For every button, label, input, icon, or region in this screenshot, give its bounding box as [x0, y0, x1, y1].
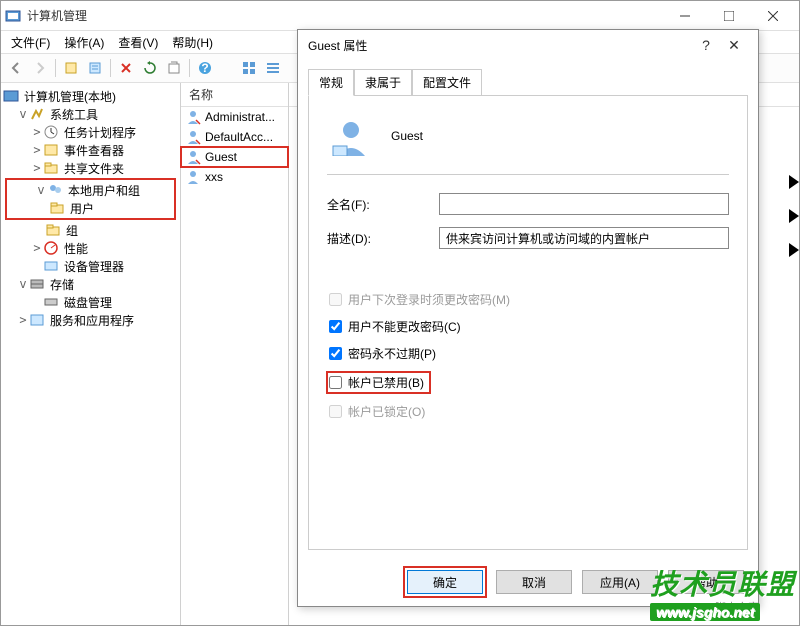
tree-task-scheduler[interactable]: >任务计划程序	[3, 123, 178, 141]
export-button[interactable]	[163, 57, 185, 79]
dialog-tabs: 常规 隶属于 配置文件	[298, 60, 758, 95]
menu-file[interactable]: 文件(F)	[5, 32, 56, 53]
window-title: 计算机管理	[27, 7, 663, 24]
view-icons-button[interactable]	[238, 57, 260, 79]
description-field[interactable]	[439, 227, 729, 249]
tree-storage[interactable]: v存储	[3, 275, 178, 293]
tree-services-apps[interactable]: >服务和应用程序	[3, 311, 178, 329]
tree-event-viewer[interactable]: >事件查看器	[3, 141, 178, 159]
tab-profile[interactable]: 配置文件	[412, 69, 482, 96]
tree-local-users-groups[interactable]: v本地用户和组	[7, 181, 174, 199]
maximize-button[interactable]	[707, 2, 751, 30]
tree-performance[interactable]: >性能	[3, 239, 178, 257]
tree-users[interactable]: 用户	[7, 199, 174, 217]
new-item-button[interactable]	[60, 57, 82, 79]
tab-member-of[interactable]: 隶属于	[354, 69, 412, 96]
tab-general[interactable]: 常规	[308, 69, 354, 96]
menu-help[interactable]: 帮助(H)	[166, 32, 219, 53]
view-list-button[interactable]	[262, 57, 284, 79]
forward-button[interactable]	[29, 57, 51, 79]
refresh-button[interactable]	[139, 57, 161, 79]
tree-shared-folders[interactable]: >共享文件夹	[3, 159, 178, 177]
fullname-label: 全名(F):	[327, 196, 439, 213]
user-icon	[331, 116, 371, 156]
fullname-field[interactable]	[439, 193, 729, 215]
list-item[interactable]: xxs	[181, 167, 288, 187]
list-item[interactable]: Administrat...	[181, 107, 288, 127]
arrow-icon	[789, 243, 799, 257]
watermark: 技术员联盟 www.jsgho.net	[650, 563, 795, 621]
tree-system-tools[interactable]: v系统工具	[3, 105, 178, 123]
delete-button[interactable]	[115, 57, 137, 79]
checkbox-account-disabled[interactable]: 帐户已禁用(B)	[327, 372, 430, 393]
properties-button[interactable]	[84, 57, 106, 79]
svg-text:?: ?	[201, 61, 208, 75]
username-label: Guest	[391, 129, 423, 143]
tree-root[interactable]: 计算机管理(本地)	[3, 87, 178, 105]
list-header-name[interactable]: 名称	[181, 83, 288, 107]
checkbox-change-password-next-logon: 用户下次登录时须更改密码(M)	[327, 291, 729, 308]
arrow-icon	[789, 209, 799, 223]
tree-device-manager[interactable]: 设备管理器	[3, 257, 178, 275]
tree-groups[interactable]: 组	[3, 221, 178, 239]
titlebar: 计算机管理	[1, 1, 799, 31]
checkbox-cannot-change-password[interactable]: 用户不能更改密码(C)	[327, 318, 729, 335]
dialog-help-icon[interactable]: ?	[692, 37, 720, 53]
apply-button[interactable]: 应用(A)	[582, 570, 658, 594]
checkbox-account-locked: 帐户已锁定(O)	[327, 403, 729, 420]
minimize-button[interactable]	[663, 2, 707, 30]
cancel-button[interactable]: 取消	[496, 570, 572, 594]
close-button[interactable]	[751, 2, 795, 30]
properties-dialog: Guest 属性 ? ✕ 常规 隶属于 配置文件 Guest 全名(F): 描述…	[297, 29, 759, 607]
list-pane: 名称 Administrat... DefaultAcc... Guest xx…	[181, 83, 289, 625]
ok-button[interactable]: 确定	[407, 570, 483, 594]
back-button[interactable]	[5, 57, 27, 79]
help-icon[interactable]: ?	[194, 57, 216, 79]
arrow-icon	[789, 175, 799, 189]
list-item[interactable]: DefaultAcc...	[181, 127, 288, 147]
dialog-body: Guest 全名(F): 描述(D): 用户下次登录时须更改密码(M) 用户不能…	[308, 95, 748, 550]
description-label: 描述(D):	[327, 230, 439, 247]
menu-view[interactable]: 查看(V)	[112, 32, 164, 53]
dialog-titlebar: Guest 属性 ? ✕	[298, 30, 758, 60]
dialog-close-icon[interactable]: ✕	[720, 37, 748, 54]
tree-disk-management[interactable]: 磁盘管理	[3, 293, 178, 311]
app-icon	[5, 8, 21, 24]
dialog-title: Guest 属性	[308, 37, 692, 54]
list-item-guest[interactable]: Guest	[181, 147, 288, 167]
checkbox-password-never-expires[interactable]: 密码永不过期(P)	[327, 345, 729, 362]
menu-action[interactable]: 操作(A)	[58, 32, 110, 53]
tree-pane: 计算机管理(本地) v系统工具 >任务计划程序 >事件查看器 >共享文件夹 v本…	[1, 83, 181, 625]
